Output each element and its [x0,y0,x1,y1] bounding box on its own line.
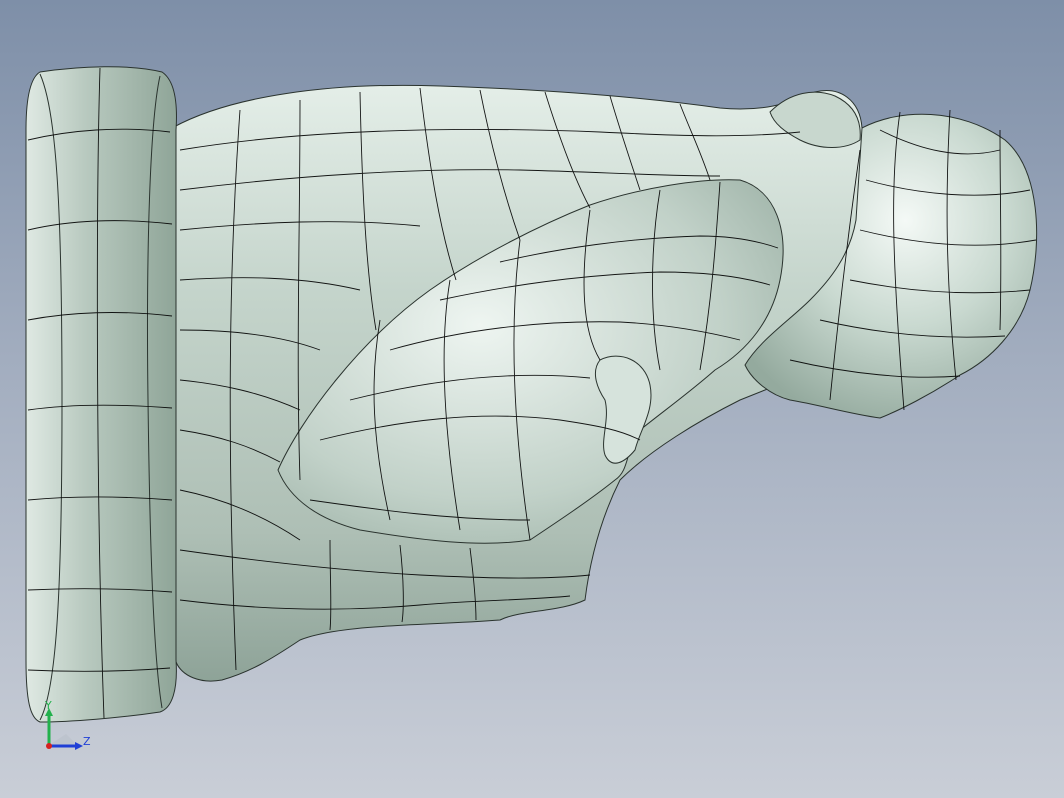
z-axis-arrow [75,742,83,750]
x-axis-dot [46,743,52,749]
z-axis-label: Z [83,735,91,748]
triad-shadow [48,734,78,746]
graphics-viewport[interactable]: Y Z [0,0,1064,798]
bust-model[interactable] [0,0,1064,798]
triad-axes [45,708,83,750]
y-axis-label: Y [45,699,52,712]
view-orientation-triad: Y Z [30,696,110,756]
